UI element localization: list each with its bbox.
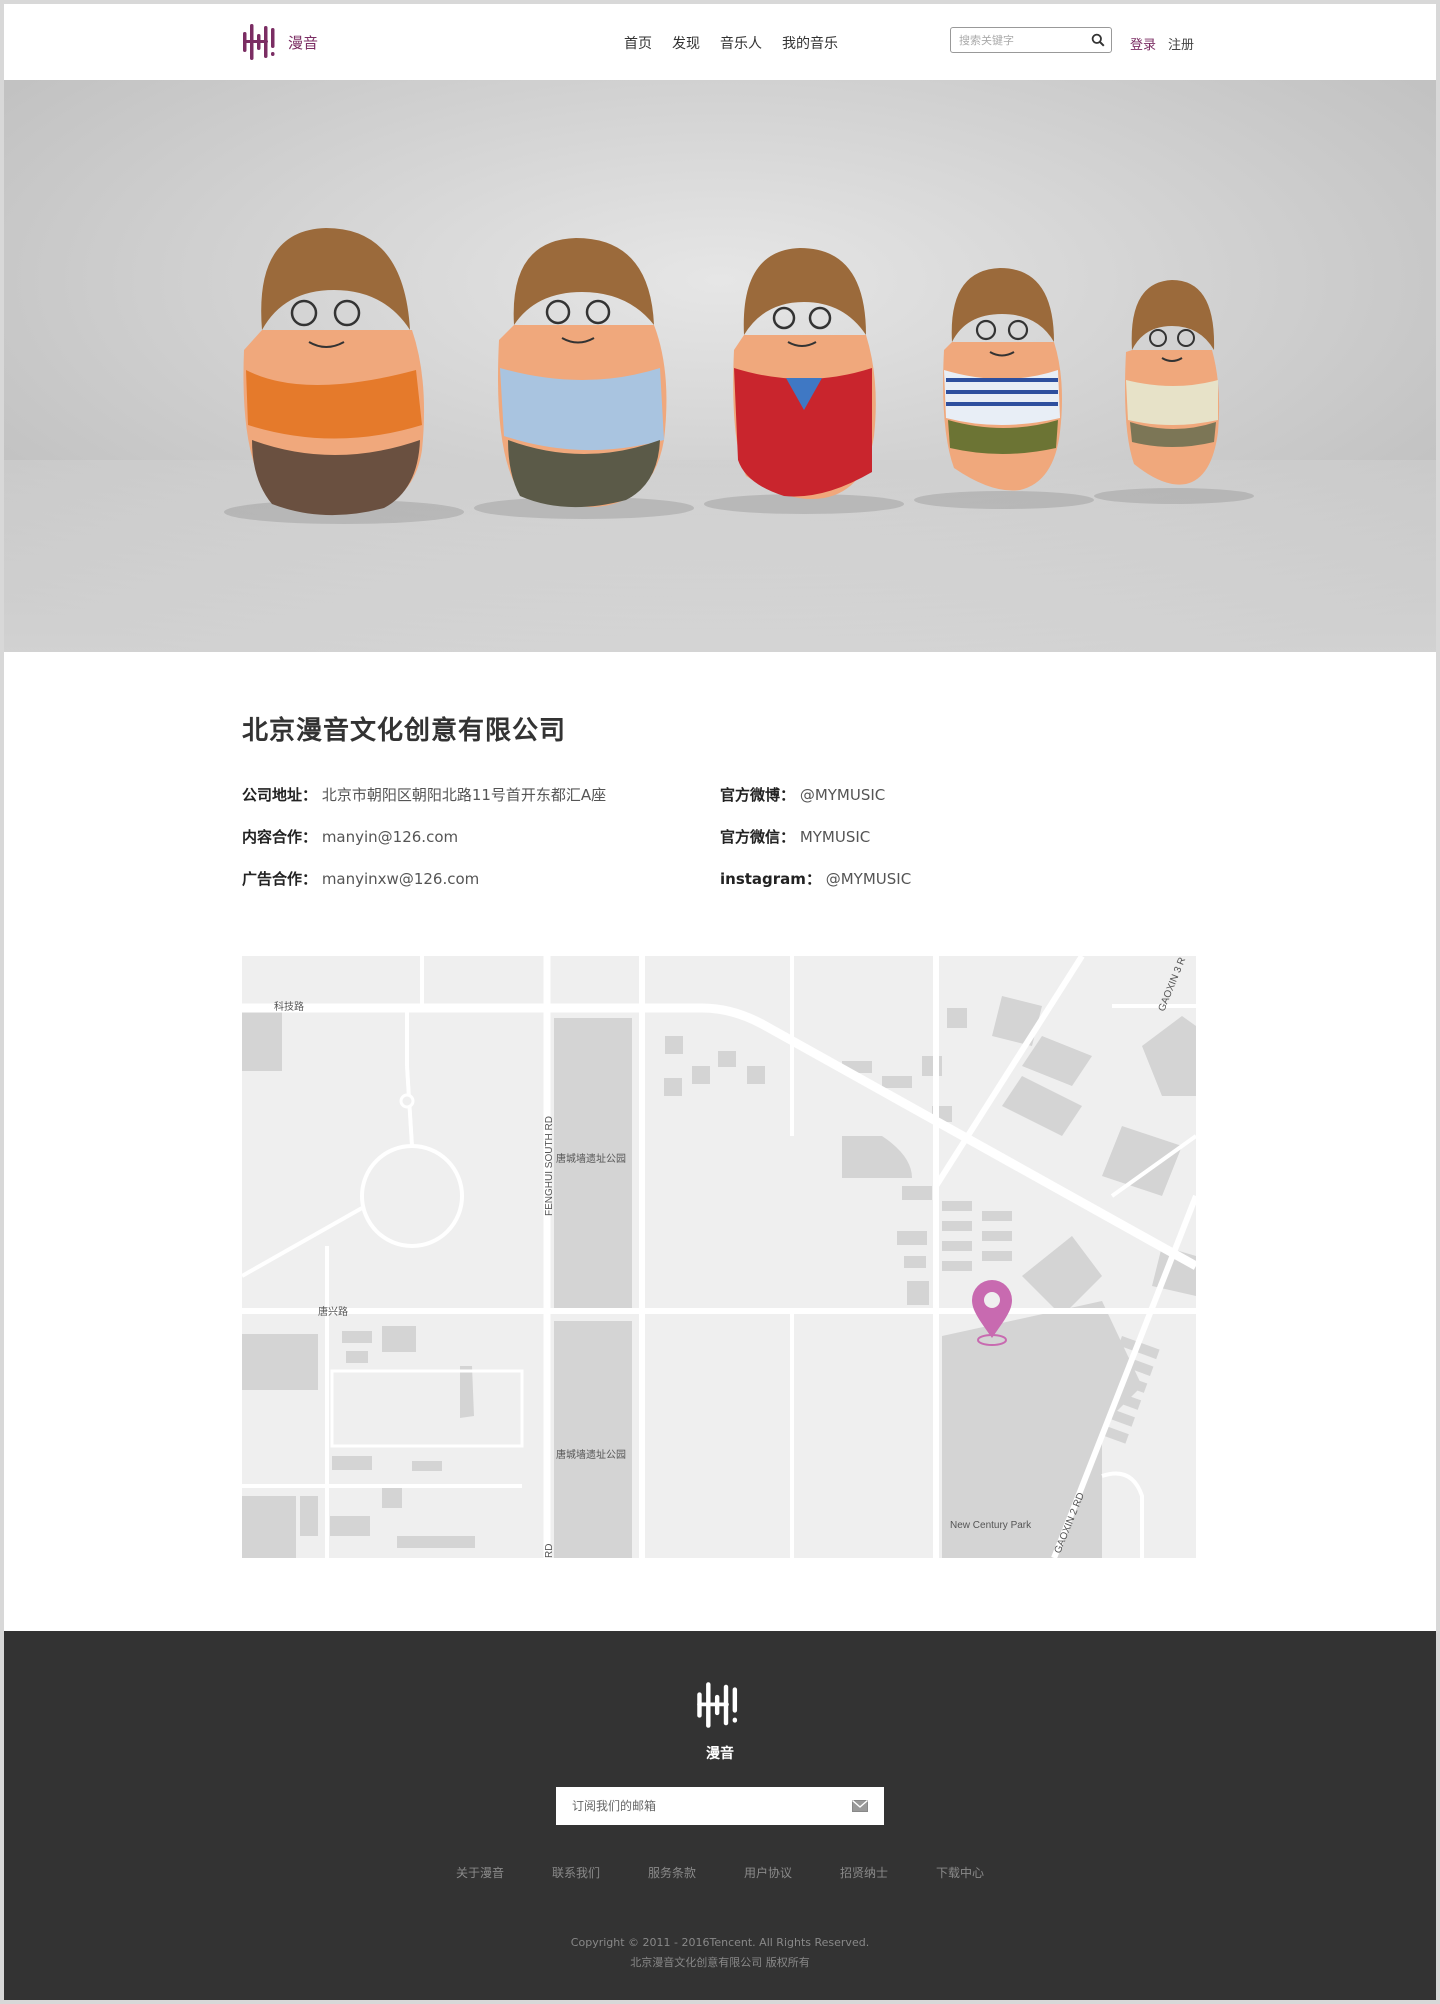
hero-image [4,80,1436,652]
main-nav: 首页 发现 音乐人 我的音乐 [624,33,838,53]
info-sep: ： [805,870,821,888]
info-sep: ： [780,786,796,804]
logo-icon [243,24,275,60]
footer-link-jobs[interactable]: 招贤纳士 [840,1864,888,1881]
nav-discover[interactable]: 发现 [672,33,700,53]
footer-link-terms[interactable]: 服务条款 [648,1864,696,1881]
info-label: 公司地址 [242,786,303,804]
header: 漫音 首页 发现 音乐人 我的音乐 登录 注册 [4,4,1436,80]
footer: 漫音 关于漫音 联系我们 服务条款 用户协议 招贤纳士 下载中心 Copyrig… [4,1631,1436,2000]
login-link[interactable]: 登录 [1130,34,1156,53]
register-link[interactable]: 注册 [1168,34,1194,53]
search-input[interactable] [951,28,1087,52]
info-label: 官方微信 [720,828,781,846]
info-sep: ： [780,828,796,846]
info-label: 广告合作 [242,870,303,888]
nav-my-music[interactable]: 我的音乐 [782,33,838,53]
footer-link-agreement[interactable]: 用户协议 [744,1864,792,1881]
nav-home[interactable]: 首页 [624,33,652,53]
copyright-company: 北京漫音文化创意有限公司 版权所有 [630,1956,810,1969]
footer-links: 关于漫音 联系我们 服务条款 用户协议 招贤纳士 下载中心 [4,1864,1436,1881]
info-sep: ： [302,786,318,804]
map-label-park1: 唐城墙遗址公园 [556,1152,626,1165]
copyright: Copyright © 2011 - 2016Tencent. All Righ… [4,1933,1436,1973]
info-value[interactable]: MYMUSIC [800,828,870,846]
company-title: 北京漫音文化创意有限公司 [242,716,567,746]
footer-link-download[interactable]: 下载中心 [936,1864,984,1881]
info-value[interactable]: manyin@126.com [322,828,458,846]
logo[interactable]: 漫音 [242,22,318,62]
footer-brand: 漫音 [706,1746,734,1762]
info-instagram: instagram： @MYMUSIC [720,858,911,900]
nav-musicians[interactable]: 音乐人 [720,33,762,53]
hero-banner [4,80,1436,652]
info-label: 官方微博 [720,786,781,804]
info-sep: ： [302,828,318,846]
info-wechat: 官方微信： MYMUSIC [720,816,911,858]
contact-left: 公司地址： 北京市朝阳区朝阳北路11号首开东都汇A座 内容合作： manyin@… [242,774,606,900]
footer-link-contact[interactable]: 联系我们 [552,1864,600,1881]
info-label: 内容合作 [242,828,303,846]
info-address: 公司地址： 北京市朝阳区朝阳北路11号首开东都汇A座 [242,774,606,816]
map-label-fenghui: FENGHUI SOUTH RD [544,1116,555,1216]
map-canvas: 科技路 FENGHUI SOUTH RD 唐城墙遗址公园 唐兴路 唐城墙遗址公园… [242,956,1196,1558]
info-ad-coop: 广告合作： manyinxw@126.com [242,858,606,900]
page: 漫音 首页 发现 音乐人 我的音乐 登录 注册 [4,4,1436,2000]
info-label: instagram [720,870,806,888]
map-label-rd: RD [544,1544,555,1558]
mail-icon[interactable] [852,1800,868,1812]
copyright-line: Copyright © 2011 - 2016Tencent. All Righ… [570,1936,870,1949]
location-map[interactable]: 科技路 FENGHUI SOUTH RD 唐城墙遗址公园 唐兴路 唐城墙遗址公园… [242,956,1196,1558]
search-icon[interactable] [1091,33,1105,47]
info-value[interactable]: @MYMUSIC [826,870,911,888]
subscribe-email-input[interactable] [556,1787,842,1825]
map-label-keji: 科技路 [274,1000,304,1013]
info-value[interactable]: @MYMUSIC [800,786,885,804]
brand-name: 漫音 [288,33,319,52]
contact-right: 官方微博： @MYMUSIC 官方微信： MYMUSIC instagram： … [720,774,911,900]
footer-link-about[interactable]: 关于漫音 [456,1864,504,1881]
info-value: 北京市朝阳区朝阳北路11号首开东都汇A座 [321,786,607,804]
info-sep: ： [302,870,318,888]
search-box [950,27,1112,53]
info-value[interactable]: manyinxw@126.com [322,870,479,888]
map-label-newcentury: New Century Park [950,1520,1032,1531]
info-content-coop: 内容合作： manyin@126.com [242,816,606,858]
info-weibo: 官方微博： @MYMUSIC [720,774,911,816]
map-label-park2: 唐城墙遗址公园 [556,1448,626,1461]
footer-logo-icon [697,1682,738,1728]
auth-links: 登录 注册 [1130,34,1194,53]
map-label-tangxing: 唐兴路 [318,1305,348,1318]
subscribe-box [556,1787,884,1825]
